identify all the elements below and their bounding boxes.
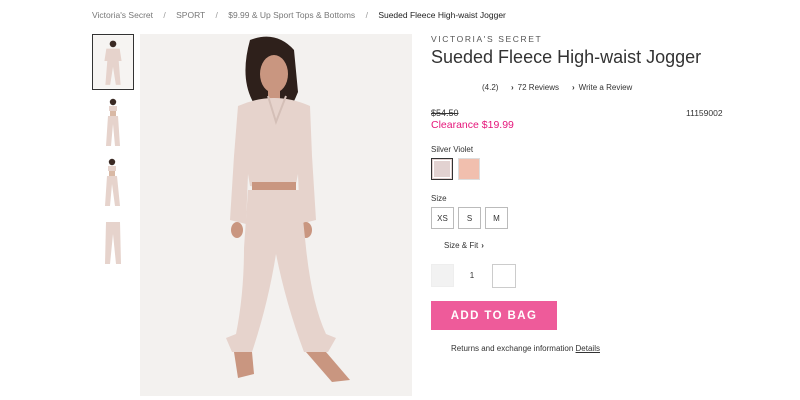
brand-name: VICTORIA'S SECRET [431,34,543,44]
breadcrumb-separator: / [365,10,368,20]
original-price: $54.50 [431,108,459,118]
color-swatch-silver-violet[interactable] [431,158,453,180]
breadcrumb-item-current: Sueded Fleece High-waist Jogger [378,10,506,20]
chevron-right-icon: › [572,83,575,92]
write-review-link[interactable]: › Write a Review [572,83,632,92]
size-label: Size [431,194,447,203]
color-swatch-peach[interactable] [458,158,480,180]
thumbnail-4[interactable] [92,214,134,270]
size-option-xs[interactable]: XS [431,207,454,229]
product-title: Sueded Fleece High-waist Jogger [431,47,702,67]
chevron-right-icon: › [481,241,484,250]
quantity-plus-button[interactable] [492,264,516,288]
reviews-link-label: 72 Reviews [517,83,560,92]
breadcrumb-item-category[interactable]: $9.99 & Up Sport Tops & Bottoms [228,10,355,20]
breadcrumb: Victoria's Secret / SPORT / $9.99 & Up S… [92,10,506,20]
thumbnail-2[interactable] [92,94,134,150]
returns-text: Returns and exchange information [451,344,574,353]
quantity-minus-button[interactable] [431,264,454,287]
sale-price: Clearance $19.99 [431,119,514,131]
breadcrumb-separator: / [163,10,166,20]
returns-details-link[interactable]: Details [576,344,600,353]
size-option-m[interactable]: M [485,207,508,229]
write-review-label: Write a Review [578,83,633,92]
returns-info: Returns and exchange information Details [451,344,600,353]
chevron-right-icon: › [511,83,514,92]
color-label: Silver Violet [431,145,474,154]
size-fit-label: Size & Fit [444,241,479,250]
size-option-s[interactable]: S [458,207,481,229]
breadcrumb-item-sport[interactable]: SPORT [176,10,205,20]
thumbnail-3[interactable] [92,154,134,210]
breadcrumb-separator: / [215,10,218,20]
rating-value: (4.2) [482,83,499,92]
size-fit-link[interactable]: Size & Fit › [444,241,488,250]
add-to-bag-button[interactable]: ADD TO BAG [431,301,557,330]
thumbnail-1[interactable] [92,34,134,90]
main-product-image[interactable] [140,34,412,396]
breadcrumb-item-home[interactable]: Victoria's Secret [92,10,153,20]
quantity-value[interactable]: 1 [464,264,480,287]
reviews-link[interactable]: › 72 Reviews [511,83,559,92]
product-sku: 11159002 [686,108,723,118]
